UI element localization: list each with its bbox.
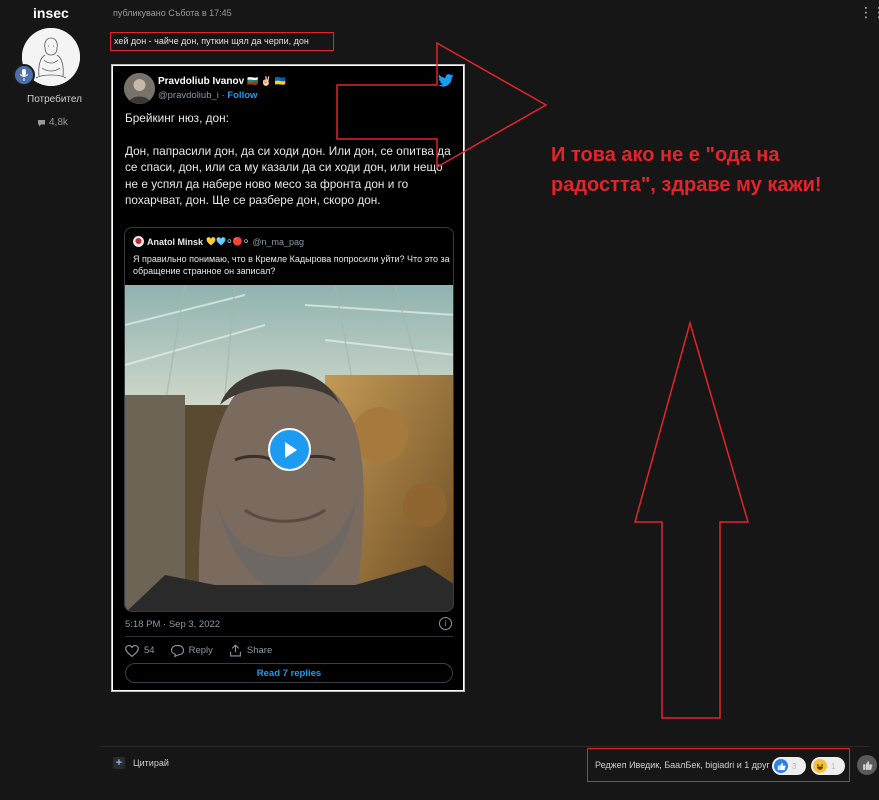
thumbs-up-icon (774, 759, 788, 773)
user-role: Потребител (27, 94, 82, 105)
read-replies-button[interactable]: Read 7 replies (125, 663, 453, 683)
username[interactable]: insec (33, 5, 69, 21)
message-count[interactable]: 4,8k (37, 117, 68, 128)
like-reaction-pill[interactable]: 3 (772, 757, 806, 775)
tweet-handle-separator: · (221, 90, 225, 101)
tweet-divider (125, 636, 453, 637)
author-photo-icon (124, 73, 155, 104)
quote-label: Цитирай (133, 758, 169, 768)
quoted-tweet-text: Я правильно понимаю, что в Кремле Кадыро… (133, 254, 450, 276)
share-label: Share (246, 645, 273, 656)
share-icon (229, 644, 241, 657)
quoted-author-avatar (133, 236, 144, 247)
video-thumbnail[interactable] (125, 285, 453, 611)
quote-button[interactable]: + Цитирай (113, 757, 169, 769)
like-action[interactable]: 54 (125, 644, 155, 657)
message-count-value: 4,8k (49, 117, 68, 128)
tweet-author-flags: 🇧🇬 ✌🏻 🇺🇦 (247, 76, 286, 86)
follow-link[interactable]: Follow (227, 90, 257, 101)
tweet-timestamp[interactable]: 5:18 PM · Sep 3, 2022 (125, 619, 220, 630)
tweet-body-line2: Дон, папрасили дон, да си ходи дон. Или … (125, 143, 451, 208)
reactions-users[interactable]: Реджеп Иведик, БаалБек, bigiadri и 1 дру… (595, 760, 770, 770)
like-reaction-count: 3 (792, 761, 797, 771)
share-action[interactable]: Share (229, 644, 272, 657)
heart-icon (125, 644, 139, 657)
embedded-tweet[interactable]: Pravdoliub Ivanov 🇧🇬 ✌🏻 🇺🇦 @pravdoliub_i… (113, 66, 463, 690)
post-menu-icon[interactable]: ⋮⋮ (859, 4, 879, 21)
forum-post-page: insec Потребител 4,8k публикувано Събота… (0, 0, 879, 800)
tweet-author-name[interactable]: Pravdoliub Ivanov 🇧🇬 ✌🏻 🇺🇦 (158, 76, 286, 87)
tweet-body-line1: Брейкинг нюз, дон: (125, 111, 229, 125)
play-button-icon[interactable] (268, 428, 311, 471)
tweet-handle-row: @pravdoliub_i · Follow (158, 90, 257, 101)
twitter-bird-icon[interactable] (438, 74, 454, 92)
annotation-text: И това ако не е "ода на радостта", здрав… (551, 144, 822, 196)
reply-icon (170, 644, 184, 657)
user-sidebar: insec Потребител 4,8k (0, 0, 100, 800)
post-meta[interactable]: публикувано Събота в 17:45 (113, 8, 232, 18)
plus-icon: + (113, 757, 125, 769)
tweet-actions: 54 Reply Share (125, 644, 272, 657)
microphone-badge-icon (13, 64, 35, 86)
quoted-author-emojis: 💛🩵⚪🔴⚪ (206, 237, 250, 246)
speech-bubble-icon (38, 119, 45, 126)
up-arrow-icon (634, 320, 749, 719)
quoted-author-name[interactable]: Anatol Minsk (147, 237, 203, 247)
reactions-bar: Реджеп Иведик, БаалБек, bigiadri и 1 дру… (587, 748, 850, 782)
quoted-tweet-header: Anatol Minsk 💛🩵⚪🔴⚪ @n_ma_pag (133, 236, 304, 247)
reply-label: Reply (188, 645, 213, 656)
footer-divider (100, 746, 869, 747)
tweet-author-avatar[interactable] (124, 73, 155, 104)
info-icon[interactable]: i (439, 617, 452, 630)
haha-reaction-count: 1 (831, 761, 836, 771)
laughing-face-icon (813, 759, 827, 773)
reply-action[interactable]: Reply (170, 644, 213, 657)
post-text: хей дон - чайче дон, путкин щял да черпи… (110, 32, 334, 51)
embedded-tweet-frame: Pravdoliub Ivanov 🇧🇬 ✌🏻 🇺🇦 @pravdoliub_i… (111, 64, 465, 692)
quoted-tweet[interactable]: Anatol Minsk 💛🩵⚪🔴⚪ @n_ma_pag Я правильно… (124, 227, 454, 612)
like-count: 54 (144, 645, 155, 656)
react-button-icon[interactable] (857, 755, 877, 775)
tweet-author-name-text: Pravdoliub Ivanov (158, 76, 245, 87)
tweet-handle[interactable]: @pravdoliub_i (158, 90, 219, 101)
tweet-body: Брейкинг нюз, дон: Дон, папрасили дон, д… (125, 110, 455, 209)
haha-reaction-pill[interactable]: 1 (811, 757, 845, 775)
quoted-author-handle: @n_ma_pag (252, 236, 304, 247)
